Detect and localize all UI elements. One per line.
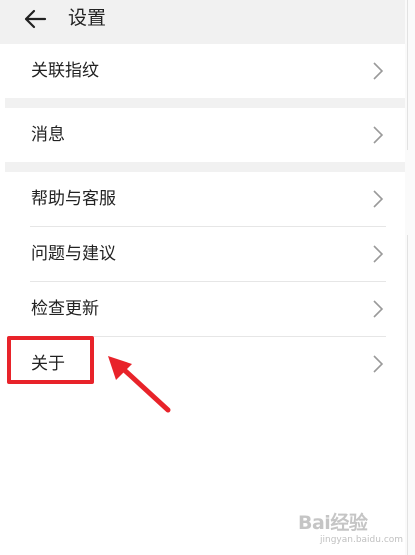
settings-item-label: 问题与建议 bbox=[31, 244, 116, 264]
settings-item-label: 检查更新 bbox=[31, 299, 99, 319]
section-gap bbox=[5, 98, 405, 108]
settings-item-fingerprint[interactable]: 关联指纹 bbox=[5, 44, 405, 98]
watermark-logo-text: Bai经验 bbox=[298, 512, 368, 534]
back-arrow-icon[interactable] bbox=[22, 6, 48, 32]
baidu-jingyan-watermark: Bai经验 jingyan.baidu.com bbox=[298, 508, 403, 548]
watermark-url: jingyan.baidu.com bbox=[320, 535, 404, 545]
settings-item-label: 消息 bbox=[31, 125, 65, 145]
annotation-highlight-box bbox=[7, 336, 94, 384]
settings-item-label: 关联指纹 bbox=[31, 61, 99, 81]
red-arrow-icon bbox=[108, 356, 171, 413]
chevron-right-icon bbox=[371, 61, 385, 81]
settings-item-label: 帮助与客服 bbox=[31, 189, 116, 209]
page-title: 设置 bbox=[68, 7, 107, 29]
chevron-right-icon bbox=[371, 244, 385, 264]
side-divider-line bbox=[407, 235, 408, 555]
chevron-right-icon bbox=[371, 354, 385, 374]
top-bar: 设置 bbox=[0, 0, 405, 44]
side-divider-line bbox=[407, 0, 408, 150]
chevron-right-icon bbox=[371, 299, 385, 319]
section-gap bbox=[5, 162, 405, 172]
settings-item-help[interactable]: 帮助与客服 bbox=[5, 172, 405, 226]
settings-item-messages[interactable]: 消息 bbox=[5, 108, 405, 162]
settings-item-check-update[interactable]: 检查更新 bbox=[5, 282, 405, 336]
chevron-right-icon bbox=[371, 125, 385, 145]
settings-item-feedback[interactable]: 问题与建议 bbox=[5, 227, 405, 281]
chevron-right-icon bbox=[371, 189, 385, 209]
